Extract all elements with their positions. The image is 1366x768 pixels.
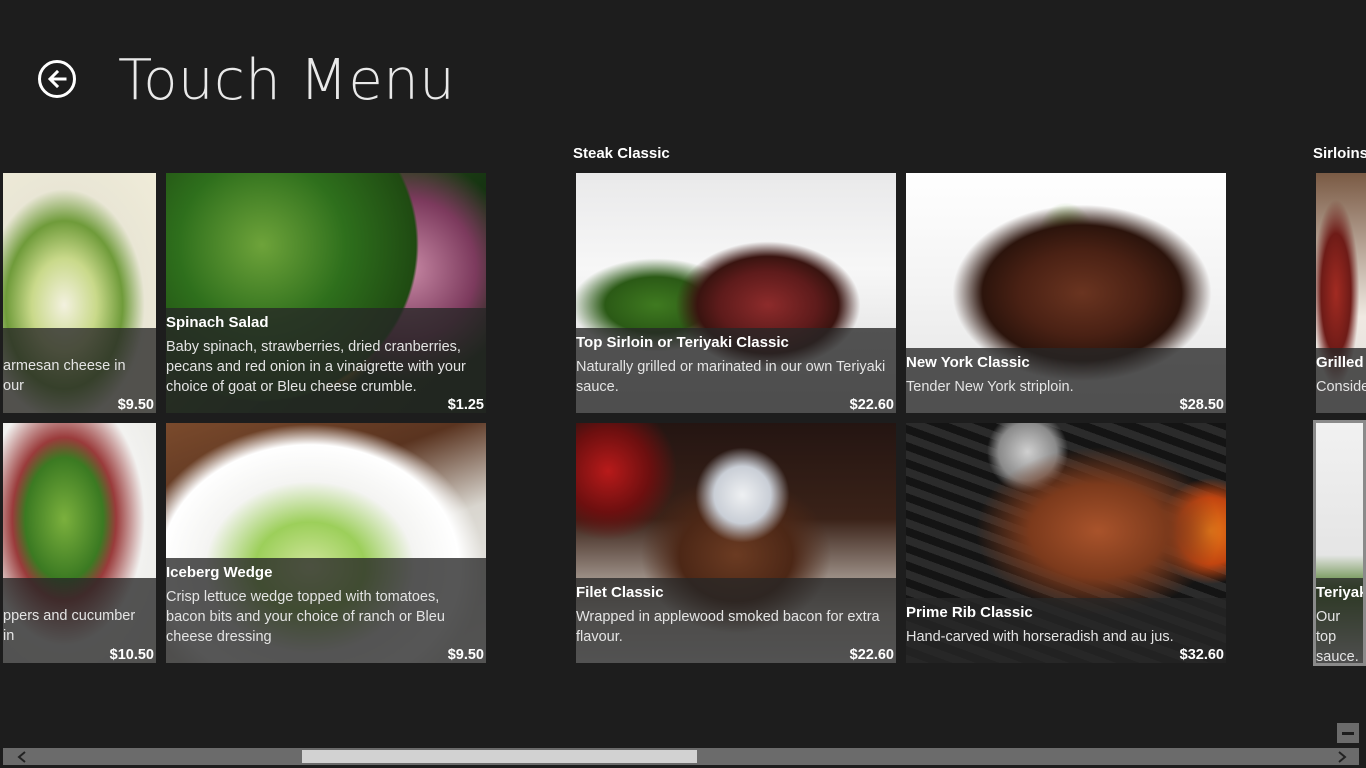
back-arrow-icon bbox=[47, 69, 67, 89]
tile-price: $1.25 bbox=[447, 397, 484, 413]
horizontal-scrollbar[interactable] bbox=[3, 748, 1359, 765]
tile-description: Crisp lettuce wedge topped with tomatoes… bbox=[166, 589, 445, 645]
tile-price: $32.60 bbox=[1179, 647, 1224, 663]
tile-price: $22.60 bbox=[849, 397, 894, 413]
tile-description: Hand-carved with horseradish and au jus. bbox=[906, 629, 1174, 645]
group-header-sirloins[interactable]: Sirloins bbox=[1313, 145, 1366, 162]
tile-description: Wrapped in applewood smoked bacon for ex… bbox=[576, 609, 880, 645]
tile-name: Top Sirloin or Teriyaki Classic bbox=[576, 334, 789, 351]
tile-description: Our top sauce. 8 bbox=[1316, 609, 1359, 665]
menu-tile-top-sirloin[interactable]: Top Sirloin or Teriyaki Classic Naturall… bbox=[576, 173, 896, 413]
tile-name: Prime Rib Classic bbox=[906, 604, 1033, 621]
tile-price: $28.50 bbox=[1179, 397, 1224, 413]
tile-description: armesan cheese in our bbox=[3, 358, 126, 394]
menu-tile-salad-2[interactable]: ppers and cucumber in $10.50 bbox=[3, 423, 156, 663]
chevron-left-icon[interactable] bbox=[13, 748, 31, 765]
tile-name: Iceberg Wedge bbox=[166, 564, 273, 581]
menu-tile-spinach-salad[interactable]: Spinach Salad Baby spinach, strawberries… bbox=[166, 173, 486, 413]
menu-tile-grilled[interactable]: Grilled Conside bbox=[1316, 173, 1366, 413]
scrollbar-thumb[interactable] bbox=[302, 750, 697, 763]
menu-tile-prime-rib[interactable]: Prime Rib Classic Hand-carved with horse… bbox=[906, 423, 1226, 663]
menu-tile-salad-1[interactable]: armesan cheese in our $9.50 bbox=[3, 173, 156, 413]
menu-tile-filet[interactable]: Filet Classic Wrapped in applewood smoke… bbox=[576, 423, 896, 663]
tile-description: Conside bbox=[1316, 379, 1366, 395]
tile-description: ppers and cucumber in bbox=[3, 608, 136, 644]
tile-description: Naturally grilled or marinated in our ow… bbox=[576, 359, 886, 395]
back-button[interactable] bbox=[38, 60, 76, 98]
tile-name: Filet Classic bbox=[576, 584, 664, 601]
tile-description: Tender New York striploin. bbox=[906, 379, 1074, 395]
menu-tile-teriyaki[interactable]: Teriyaki Our top sauce. 8 bbox=[1313, 420, 1366, 666]
tile-price: $10.50 bbox=[109, 647, 154, 663]
menu-tile-new-york[interactable]: New York Classic Tender New York striplo… bbox=[906, 173, 1226, 413]
tile-name: Teriyaki bbox=[1316, 584, 1363, 601]
tile-name: Spinach Salad bbox=[166, 314, 269, 331]
group-header-steak-classic[interactable]: Steak Classic bbox=[573, 145, 670, 162]
tile-description: Baby spinach, strawberries, dried cranbe… bbox=[166, 339, 466, 395]
tile-name: New York Classic bbox=[906, 354, 1030, 371]
zoom-out-button[interactable] bbox=[1337, 723, 1359, 743]
chevron-right-icon[interactable] bbox=[1333, 748, 1351, 765]
minus-icon bbox=[1342, 731, 1354, 735]
menu-tile-iceberg-wedge[interactable]: Iceberg Wedge Crisp lettuce wedge topped… bbox=[166, 423, 486, 663]
tile-price: $9.50 bbox=[447, 647, 484, 663]
tile-name: Grilled bbox=[1316, 354, 1364, 371]
tile-price: $9.50 bbox=[117, 397, 154, 413]
tile-price: $22.60 bbox=[849, 647, 894, 663]
page-title: Touch Menu bbox=[118, 48, 456, 113]
